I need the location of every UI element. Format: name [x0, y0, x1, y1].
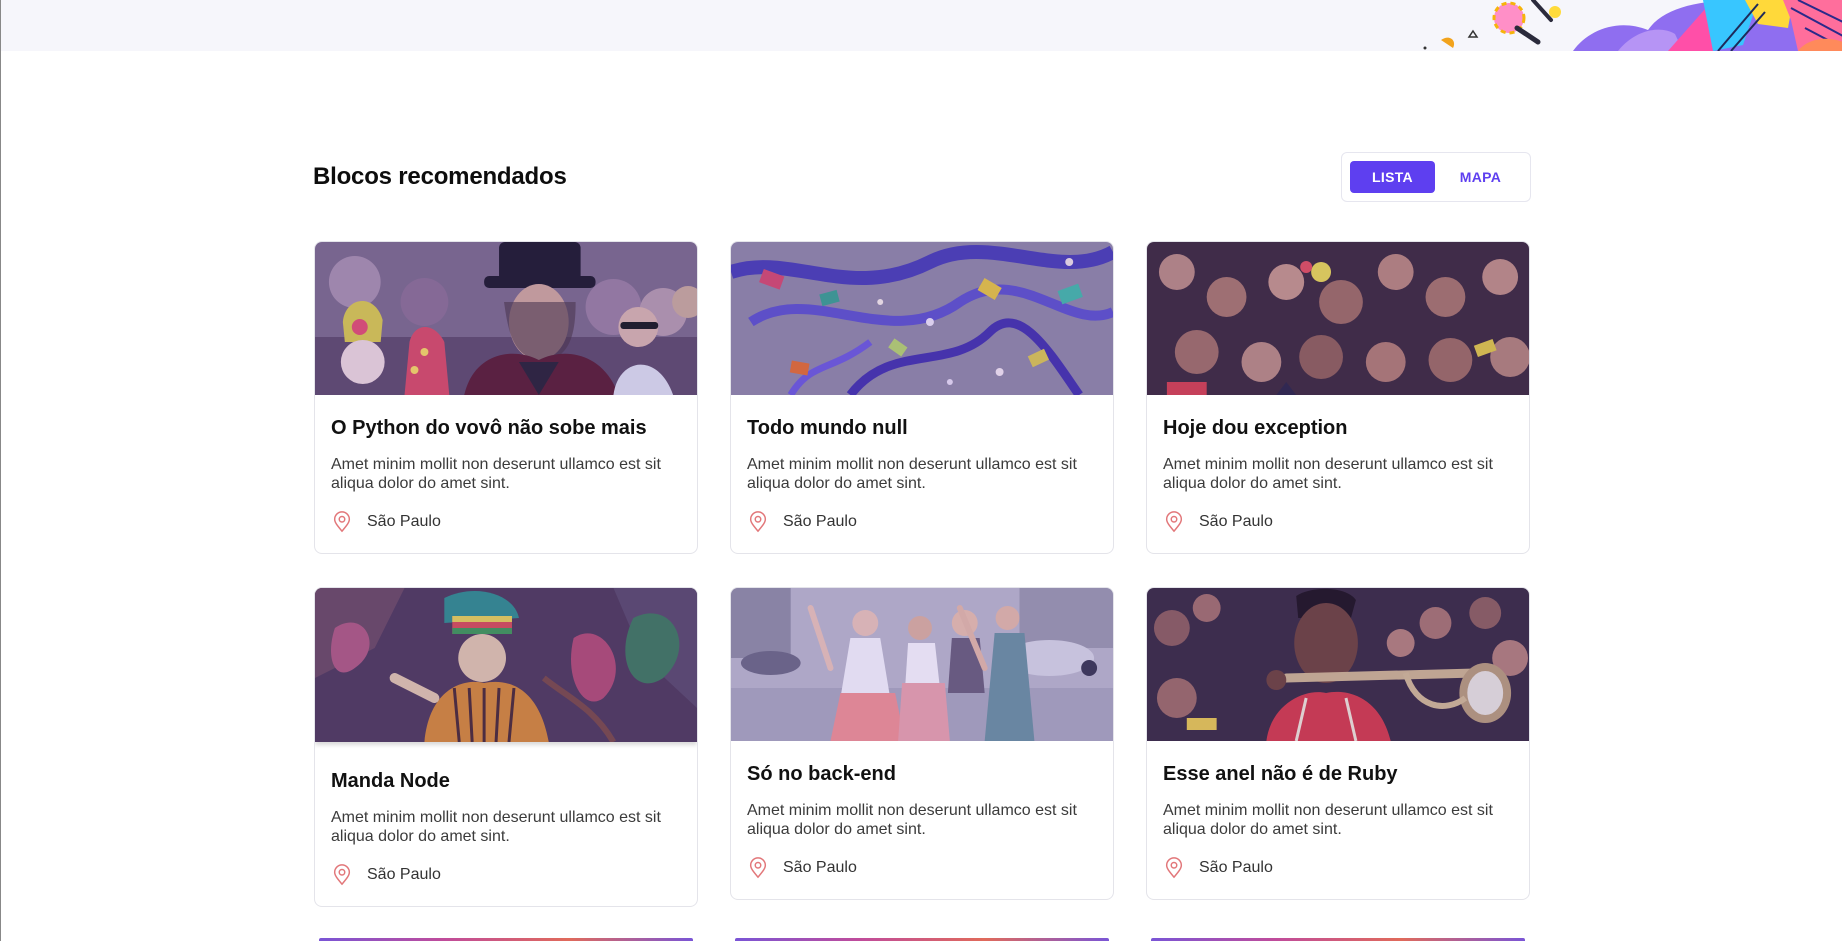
section-header: Blocos recomendados LISTA MAPA	[313, 152, 1531, 202]
location-text: São Paulo	[1199, 859, 1273, 876]
block-card[interactable]: Esse anel não é de Ruby Amet minim molli…	[1146, 587, 1530, 900]
location-text: São Paulo	[367, 513, 441, 530]
card-image	[315, 242, 697, 395]
view-toggle: LISTA MAPA	[1341, 152, 1531, 202]
block-card[interactable]: O Python do vovô não sobe mais Amet mini…	[314, 241, 698, 554]
map-pin-icon	[747, 857, 769, 879]
cards-grid: O Python do vovô não sobe mais Amet mini…	[314, 241, 1530, 907]
card-image	[1147, 588, 1529, 741]
card-title: Só no back-end	[747, 763, 896, 785]
card-title: Todo mundo null	[747, 417, 908, 439]
card-description: Amet minim mollit non deserunt ullamco e…	[1163, 802, 1493, 838]
map-pin-icon	[331, 864, 353, 886]
card-description: Amet minim mollit non deserunt ullamco e…	[331, 456, 661, 492]
card-description: Amet minim mollit non deserunt ullamco e…	[747, 802, 1077, 838]
location-text: São Paulo	[783, 859, 857, 876]
card-description: Amet minim mollit non deserunt ullamco e…	[1163, 456, 1493, 492]
section-title: Blocos recomendados	[313, 163, 567, 190]
card-location: São Paulo	[747, 511, 1097, 533]
card-title: Esse anel não é de Ruby	[1163, 763, 1398, 785]
card-description: Amet minim mollit non deserunt ullamco e…	[331, 809, 661, 845]
card-image	[731, 588, 1113, 741]
map-view-button[interactable]: MAPA	[1439, 161, 1522, 193]
card-image	[1147, 242, 1529, 395]
location-text: São Paulo	[367, 866, 441, 883]
card-title: O Python do vovô não sobe mais	[331, 417, 647, 439]
map-pin-icon	[1163, 511, 1185, 533]
card-location: São Paulo	[747, 857, 1097, 879]
card-description: Amet minim mollit non deserunt ullamco e…	[747, 456, 1077, 492]
block-card[interactable]: Todo mundo null Amet minim mollit non de…	[730, 241, 1114, 554]
block-card[interactable]: Hoje dou exception Amet minim mollit non…	[1146, 241, 1530, 554]
location-text: São Paulo	[1199, 513, 1273, 530]
card-location: São Paulo	[331, 511, 681, 533]
map-pin-icon	[1163, 857, 1185, 879]
block-card[interactable]: Só no back-end Amet minim mollit non des…	[730, 587, 1114, 900]
list-view-button[interactable]: LISTA	[1350, 161, 1435, 193]
card-title: Manda Node	[331, 770, 450, 792]
location-text: São Paulo	[783, 513, 857, 530]
map-pin-icon	[747, 511, 769, 533]
carnival-decoration-illustration	[1423, 0, 1842, 51]
card-location: São Paulo	[1163, 857, 1513, 879]
card-image	[731, 242, 1113, 395]
card-image	[315, 588, 697, 742]
card-location: São Paulo	[331, 864, 681, 886]
header-band	[1, 0, 1842, 51]
card-location: São Paulo	[1163, 511, 1513, 533]
card-title: Hoje dou exception	[1163, 417, 1348, 439]
block-card[interactable]: Manda Node Amet minim mollit non deserun…	[314, 587, 698, 907]
map-pin-icon	[331, 511, 353, 533]
